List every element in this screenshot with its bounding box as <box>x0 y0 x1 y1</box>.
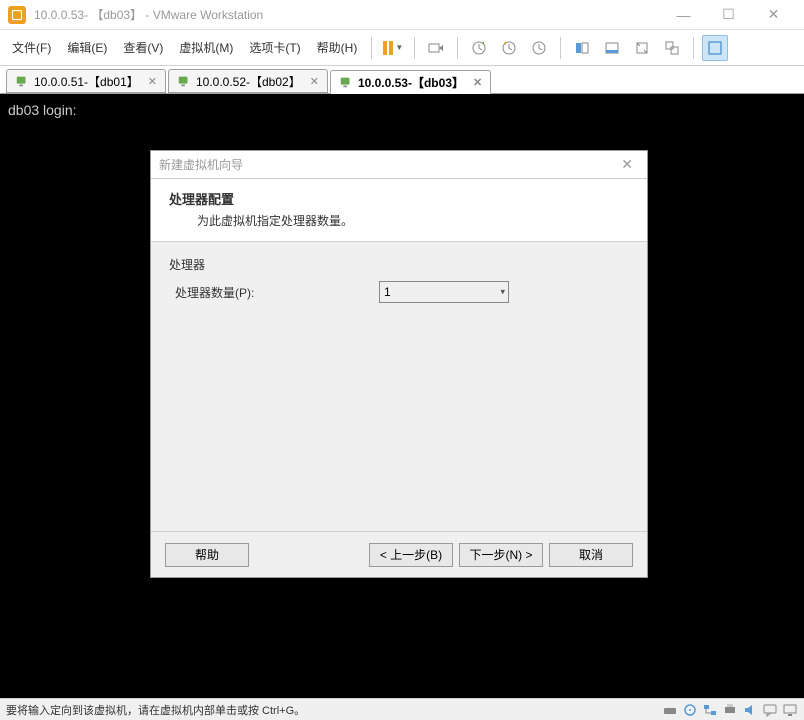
section-label: 处理器 <box>169 256 629 273</box>
separator <box>693 37 694 59</box>
status-text: 要将输入定向到该虚拟机，请在虚拟机内部单击或按 Ctrl+G。 <box>6 702 305 718</box>
window-titlebar: 10.0.0.53- 【db03】 - VMware Workstation —… <box>0 0 804 30</box>
tab-db01[interactable]: 10.0.0.51-【db01】 ✕ <box>6 69 166 93</box>
next-button[interactable]: 下一步(N) > <box>459 543 543 567</box>
window-title: 10.0.0.53- 【db03】 - VMware Workstation <box>34 6 661 23</box>
close-button[interactable]: ✕ <box>751 1 796 29</box>
menu-tabs[interactable]: 选项卡(T) <box>243 35 306 60</box>
vm-icon <box>15 74 29 88</box>
snapshot-manager-button[interactable] <box>526 35 552 61</box>
message-icon[interactable] <box>762 702 778 718</box>
app-icon <box>8 6 26 24</box>
menu-file[interactable]: 文件(F) <box>6 35 57 60</box>
fullscreen-button[interactable] <box>702 35 728 61</box>
dialog-body: 处理器 处理器数量(P): ▾ <box>151 242 647 531</box>
help-button[interactable]: 帮助 <box>165 543 249 567</box>
back-button[interactable]: < 上一步(B) <box>369 543 453 567</box>
cpu-count-row: 处理器数量(P): ▾ <box>169 281 629 303</box>
tab-close-icon[interactable]: ✕ <box>148 75 157 88</box>
tab-close-icon[interactable]: ✕ <box>310 75 319 88</box>
thumbnail-button[interactable] <box>599 35 625 61</box>
menu-vm[interactable]: 虚拟机(M) <box>173 35 239 60</box>
printer-icon[interactable] <box>722 702 738 718</box>
minimize-button[interactable]: — <box>661 1 706 29</box>
tabbar: 10.0.0.51-【db01】 ✕ 10.0.0.52-【db02】 ✕ 10… <box>0 66 804 94</box>
show-console-button[interactable] <box>569 35 595 61</box>
snapshot-revert-button[interactable] <box>496 35 522 61</box>
separator <box>457 37 458 59</box>
send-ctrl-alt-del-button[interactable] <box>423 35 449 61</box>
dialog-subheading: 为此虚拟机指定处理器数量。 <box>197 212 629 229</box>
dialog-close-button[interactable]: ✕ <box>615 154 639 175</box>
tab-close-icon[interactable]: ✕ <box>473 76 482 89</box>
sound-icon[interactable] <box>742 702 758 718</box>
menubar: 文件(F) 编辑(E) 查看(V) 虚拟机(M) 选项卡(T) 帮助(H) ▼ <box>0 30 804 66</box>
separator <box>560 37 561 59</box>
menu-view[interactable]: 查看(V) <box>117 35 169 60</box>
disk-icon[interactable] <box>662 702 678 718</box>
cancel-button[interactable]: 取消 <box>549 543 633 567</box>
menu-help[interactable]: 帮助(H) <box>311 35 364 60</box>
status-icons <box>662 702 798 718</box>
statusbar: 要将输入定向到该虚拟机，请在虚拟机内部单击或按 Ctrl+G。 <box>0 698 804 720</box>
dialog-header: 处理器配置 为此虚拟机指定处理器数量。 <box>151 179 647 242</box>
console-line: db03 login: <box>8 102 796 118</box>
stretch-button[interactable] <box>629 35 655 61</box>
new-vm-wizard-dialog: 新建虚拟机向导 ✕ 处理器配置 为此虚拟机指定处理器数量。 处理器 处理器数量(… <box>150 150 648 578</box>
tab-label: 10.0.0.51-【db01】 <box>34 73 139 90</box>
tab-db03[interactable]: 10.0.0.53-【db03】 ✕ <box>330 70 491 94</box>
menu-edit[interactable]: 编辑(E) <box>61 35 113 60</box>
unity-button[interactable] <box>659 35 685 61</box>
display-icon[interactable] <box>782 702 798 718</box>
dialog-title: 新建虚拟机向导 <box>159 156 615 173</box>
vm-icon <box>339 75 353 89</box>
window-controls: — ☐ ✕ <box>661 1 796 29</box>
separator <box>371 37 372 59</box>
maximize-button[interactable]: ☐ <box>706 1 751 29</box>
vm-icon <box>177 74 191 88</box>
cpu-count-label: 处理器数量(P): <box>169 284 369 301</box>
dialog-heading: 处理器配置 <box>169 189 629 208</box>
dialog-footer: 帮助 < 上一步(B) 下一步(N) > 取消 <box>151 531 647 577</box>
cpu-count-select[interactable] <box>379 281 509 303</box>
network-icon[interactable] <box>702 702 718 718</box>
separator <box>414 37 415 59</box>
tab-label: 10.0.0.52-【db02】 <box>196 73 301 90</box>
tab-db02[interactable]: 10.0.0.52-【db02】 ✕ <box>168 69 328 93</box>
cdrom-icon[interactable] <box>682 702 698 718</box>
dialog-titlebar: 新建虚拟机向导 ✕ <box>151 151 647 179</box>
tab-label: 10.0.0.53-【db03】 <box>358 74 464 91</box>
pause-button[interactable]: ▼ <box>380 35 406 61</box>
snapshot-take-button[interactable] <box>466 35 492 61</box>
